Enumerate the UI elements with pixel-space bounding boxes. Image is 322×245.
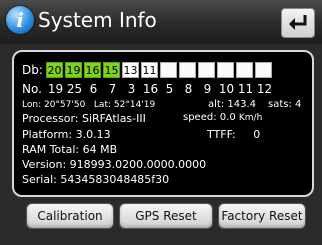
satellite-number: 12 (256, 82, 273, 96)
db-cell (217, 62, 234, 78)
db-cell (179, 62, 196, 78)
speed-value: 0.0 (219, 112, 236, 123)
sats-label: sats: (268, 99, 292, 110)
satellite-number: 10 (218, 82, 235, 96)
satellite-number: 3 (127, 82, 136, 96)
alt-value: 143.4 (227, 99, 257, 110)
sats-readout: sats: 4 (268, 99, 301, 110)
altitude-readout: alt: 143.4 (208, 99, 256, 110)
sats-value: 4 (295, 99, 302, 110)
no-label: No. (22, 82, 42, 96)
gps-reset-button[interactable]: GPS Reset (119, 203, 213, 229)
db-cell: 19 (65, 62, 82, 78)
info-icon: i (6, 6, 34, 34)
satellite-number: 11 (237, 82, 254, 96)
position-line: Lon: 20°57'50 Lat: 52°14'19 (22, 100, 155, 110)
db-cell: 15 (103, 62, 120, 78)
serial-line: Serial: 5434583048485f30 (22, 173, 170, 186)
satellite-number: 5 (165, 82, 174, 96)
lat-label: Lat: (93, 100, 112, 110)
lat-value: 52°14'19 (113, 100, 156, 110)
signal-strength-row: Db: 20 19 16 15 13 11 (22, 62, 274, 78)
back-button[interactable] (281, 8, 315, 38)
satellite-number: 7 (108, 82, 117, 96)
lon-value: 20°57'50 (43, 100, 86, 110)
db-cell (236, 62, 253, 78)
ram-line: RAM Total: 64 MB (22, 143, 118, 156)
satellite-number: 25 (66, 82, 83, 96)
db-label: Db: (22, 63, 43, 77)
info-icon-glyph: i (16, 8, 24, 32)
satellite-number: 16 (142, 82, 159, 96)
system-info-panel: Db: 20 19 16 15 13 11 No. 19 25 6 7 3 16… (12, 50, 314, 197)
page-title: System Info (38, 8, 157, 32)
alt-label: alt: (208, 99, 225, 110)
speed-unit: Km/h (238, 113, 263, 123)
speed-label: speed: (183, 112, 217, 123)
factory-reset-button[interactable]: Factory Reset (218, 203, 306, 229)
ttff-label: TTFF: (207, 128, 236, 141)
db-cell (255, 62, 272, 78)
db-cell: 16 (84, 62, 101, 78)
satellite-number: 9 (203, 82, 212, 96)
db-cell: 11 (141, 62, 158, 78)
version-line: Version: 918993.0200.0000.0000 (22, 158, 207, 171)
satellite-number: 6 (89, 82, 98, 96)
ttff-readout: TTFF: 0 (207, 128, 260, 141)
db-cell: 20 (46, 62, 63, 78)
speed-readout: speed: 0.0 Km/h (183, 112, 262, 123)
return-arrow-icon (289, 15, 307, 30)
satellite-number: 19 (47, 82, 64, 96)
platform-line: Platform: 3.0.13 (22, 128, 111, 141)
lon-label: Lon: (22, 100, 42, 110)
processor-line: Processor: SiRFAtlas-III (22, 112, 146, 125)
calibration-button[interactable]: Calibration (26, 203, 114, 229)
satellite-number-row: No. 19 25 6 7 3 16 5 8 9 10 11 12 (22, 82, 274, 96)
db-cell (198, 62, 215, 78)
ttff-value: 0 (253, 128, 261, 141)
db-cell (160, 62, 177, 78)
db-cell: 13 (122, 62, 139, 78)
satellite-number: 8 (184, 82, 193, 96)
